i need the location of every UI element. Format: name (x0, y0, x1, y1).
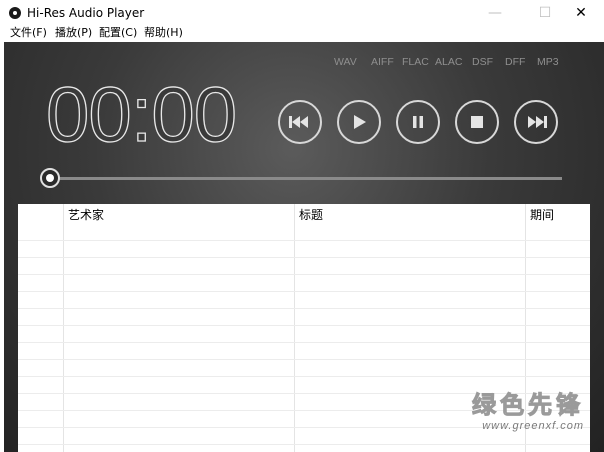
column-artist[interactable]: 艺术家 (68, 206, 104, 223)
column-duration[interactable]: 期间 (530, 206, 554, 223)
time-display: 00:00 (45, 70, 238, 158)
playlist-row-divider (18, 444, 590, 445)
pause-button[interactable] (396, 100, 440, 144)
column-divider (63, 204, 64, 452)
seek-slider-track[interactable] (52, 177, 562, 180)
player-panel: WAV AIFF FLAC ALAC DSF DFF MP3 00:00 艺术家… (4, 42, 604, 452)
title-bar: Hi-Res Audio Player — ☐ ✕ (0, 0, 604, 26)
pause-icon (411, 115, 425, 129)
format-aiff: AIFF (371, 56, 394, 68)
format-alac: ALAC (435, 56, 463, 68)
previous-button[interactable] (278, 100, 322, 144)
play-button[interactable] (337, 100, 381, 144)
menu-config[interactable]: 配置(C) (99, 26, 137, 40)
menu-bar: 文件(F) 播放(P) 配置(C) 帮助(H) (0, 26, 604, 42)
playlist-row-divider (18, 342, 590, 343)
playlist-header: 艺术家 标题 期间 (18, 204, 590, 240)
app-logo-icon (9, 7, 21, 19)
playlist-row-divider (18, 257, 590, 258)
next-icon (525, 115, 547, 129)
seek-slider-handle[interactable] (40, 168, 60, 188)
playlist-row-divider (18, 325, 590, 326)
minimize-button[interactable]: — (472, 0, 518, 26)
column-title[interactable]: 标题 (299, 206, 323, 223)
format-dsf: DSF (472, 56, 493, 68)
playlist-row-divider (18, 376, 590, 377)
format-dff: DFF (505, 56, 526, 68)
playlist-row-divider (18, 308, 590, 309)
playlist-row-divider (18, 274, 590, 275)
format-flac: FLAC (402, 56, 429, 68)
playlist-row-divider (18, 291, 590, 292)
watermark-brand: 绿色先锋 (472, 391, 584, 420)
watermark-url: www.greenxf.com (482, 420, 584, 432)
watermark: 绿色先锋 www.greenxf.com (472, 385, 584, 433)
window-title: Hi-Res Audio Player (27, 6, 145, 20)
playlist-row-divider (18, 240, 590, 241)
menu-file[interactable]: 文件(F) (10, 26, 47, 40)
menu-play[interactable]: 播放(P) (55, 26, 92, 40)
format-mp3: MP3 (537, 56, 559, 68)
menu-help[interactable]: 帮助(H) (144, 26, 183, 40)
play-icon (351, 114, 367, 130)
next-button[interactable] (514, 100, 558, 144)
column-divider (294, 204, 295, 452)
format-list: WAV AIFF FLAC ALAC DSF DFF MP3 (334, 56, 566, 70)
format-wav: WAV (334, 56, 357, 68)
stop-icon (470, 115, 484, 129)
stop-button[interactable] (455, 100, 499, 144)
close-button[interactable]: ✕ (558, 0, 604, 26)
playlist-row-divider (18, 359, 590, 360)
previous-icon (289, 115, 311, 129)
